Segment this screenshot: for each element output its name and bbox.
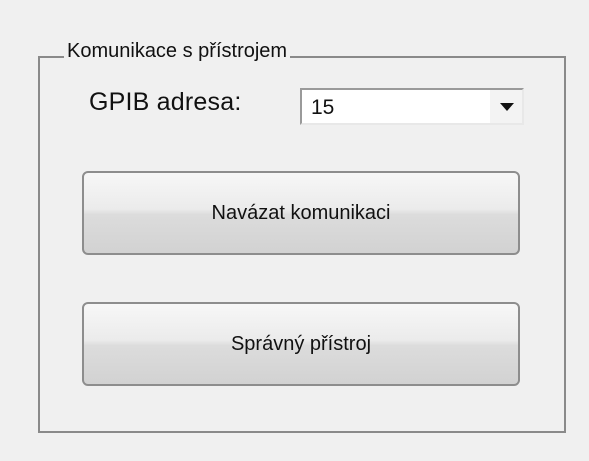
connect-button-label: Navázat komunikaci — [211, 202, 391, 224]
gpib-address-value: 15 — [311, 96, 335, 119]
dropdown-button[interactable] — [490, 90, 522, 123]
chevron-down-icon — [500, 103, 514, 111]
gpib-address-label: GPIB adresa: — [89, 88, 242, 116]
correct-device-button-label: Správný přístroj — [230, 333, 372, 355]
gpib-address-select[interactable]: 15 — [300, 88, 524, 125]
correct-device-button[interactable]: Správný přístroj — [82, 302, 520, 386]
group-title: Komunikace s přístrojem — [64, 38, 291, 64]
connect-button[interactable]: Navázat komunikaci — [82, 171, 520, 255]
